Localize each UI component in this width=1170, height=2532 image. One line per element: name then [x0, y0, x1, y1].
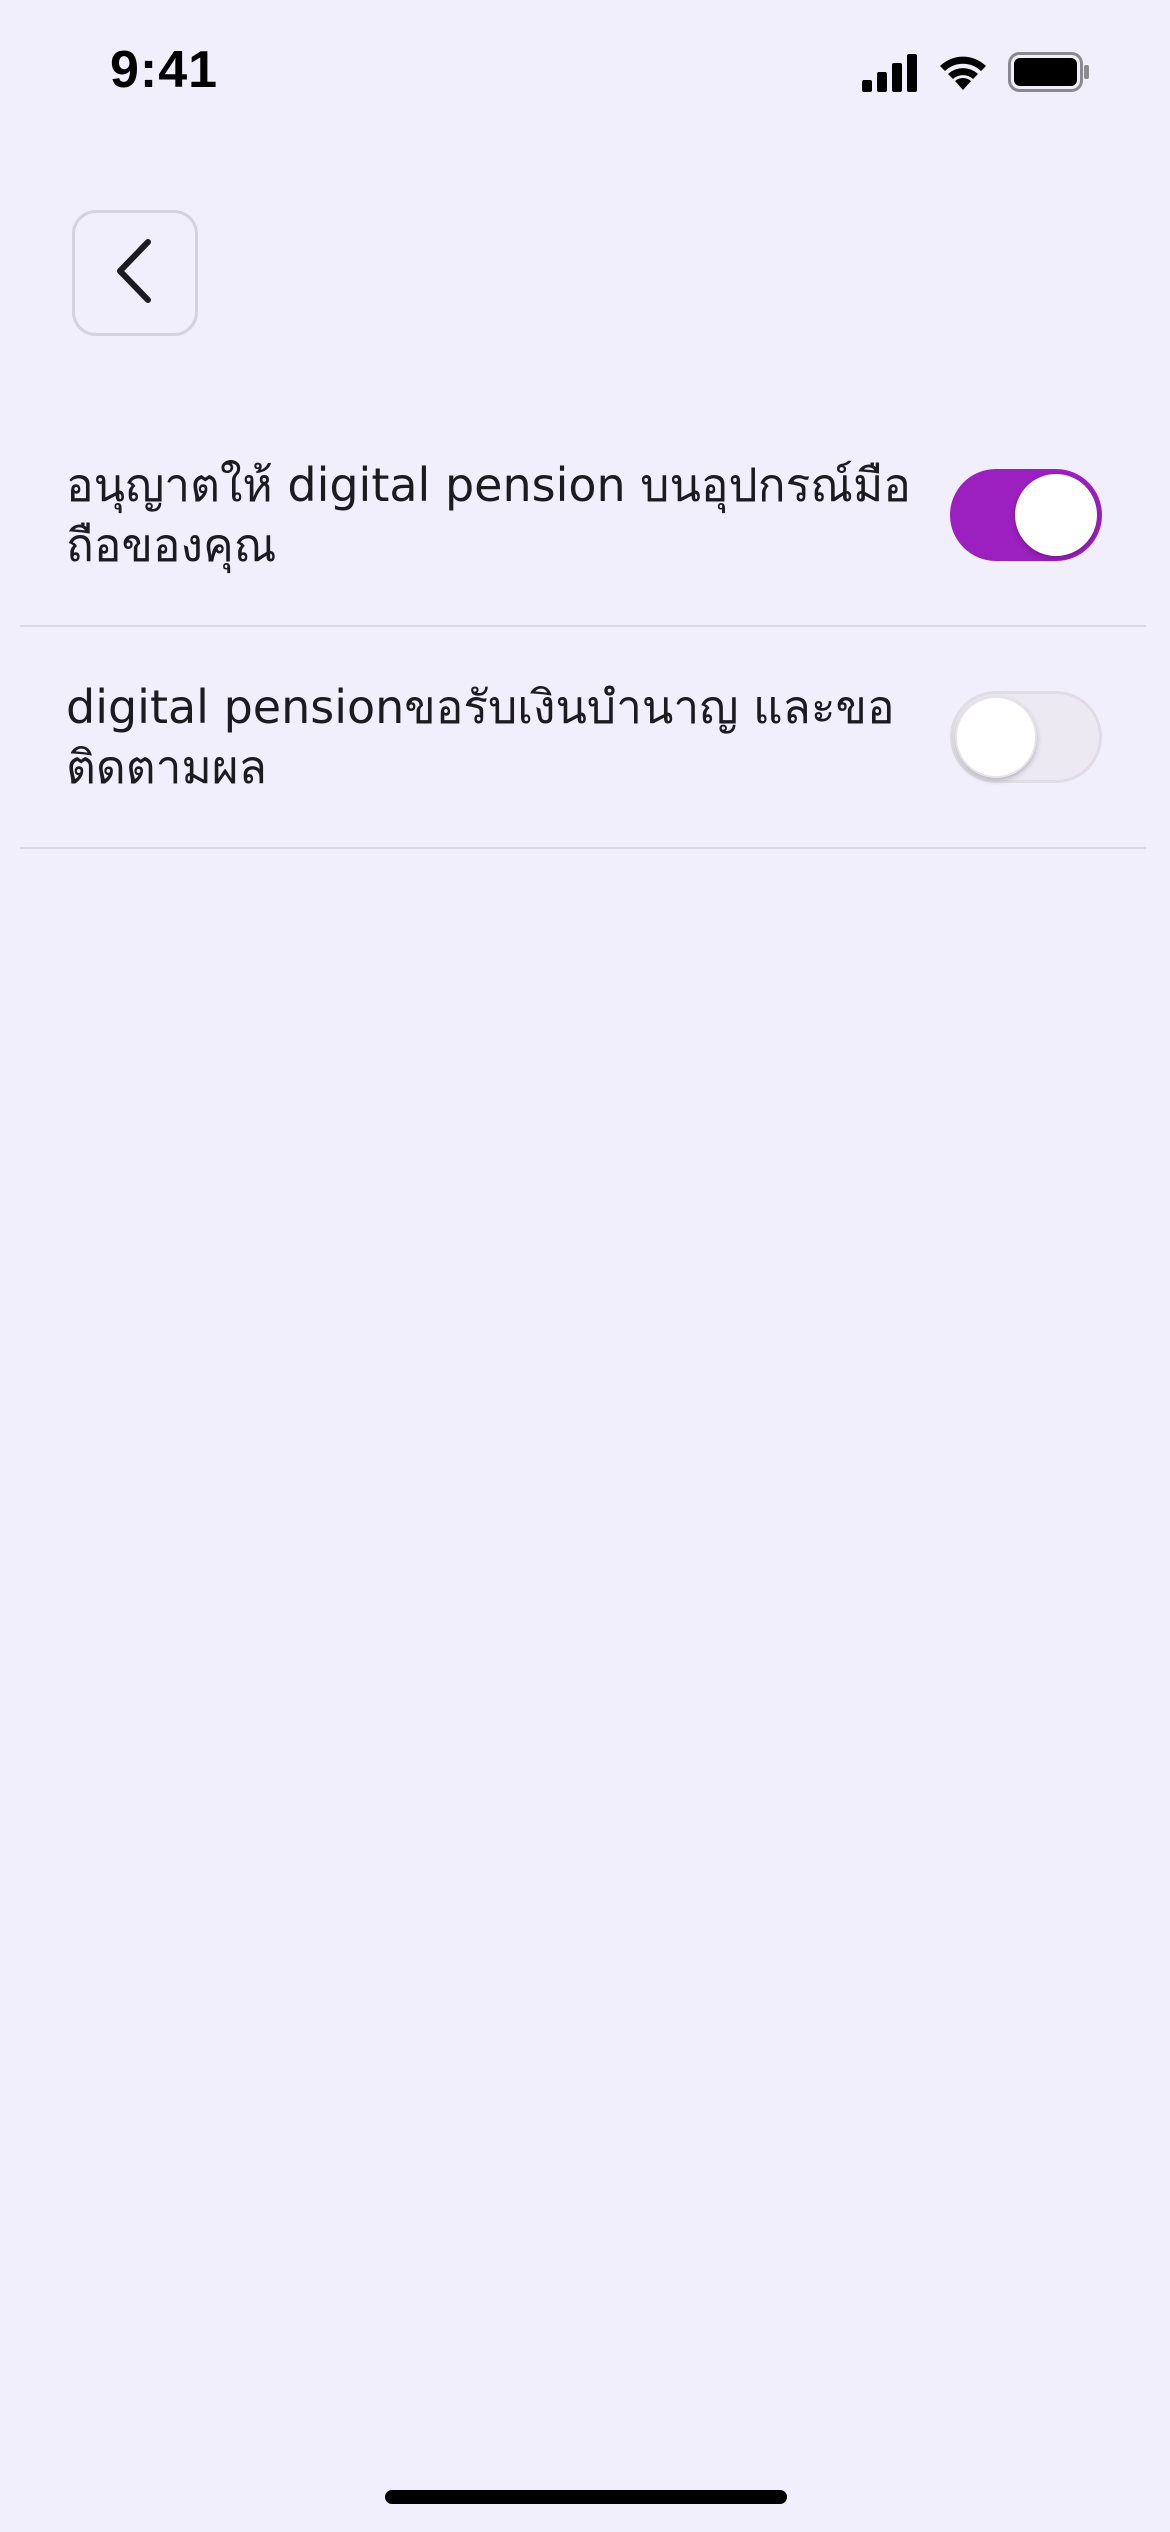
toggle-knob: [955, 696, 1037, 778]
toggle-knob: [1015, 474, 1097, 556]
back-button[interactable]: [72, 210, 198, 336]
settings-screen: 9:41 อนุญาตให้ digital pension บนอุปกรณ์…: [0, 0, 1170, 2532]
home-indicator[interactable]: [385, 2490, 787, 2504]
setting-label: อนุญาตให้ digital pension บนอุปกรณ์มือถื…: [66, 458, 911, 572]
battery-icon: [1008, 52, 1090, 92]
setting-row-pension-request-tracking: digital pensionขอรับเงินบำนาญ และขอติดตา…: [20, 627, 1146, 849]
status-icons: [862, 48, 1090, 96]
setting-label: digital pensionขอรับเงินบำนาญ และขอติดตา…: [66, 680, 895, 794]
allow-digital-pension-toggle[interactable]: [950, 469, 1102, 561]
wifi-icon: [936, 52, 990, 92]
status-bar: 9:41: [0, 0, 1170, 150]
pension-request-tracking-toggle[interactable]: [950, 691, 1102, 783]
settings-list: อนุญาตให้ digital pension บนอุปกรณ์มือถื…: [20, 405, 1146, 849]
chevron-left-icon: [110, 236, 160, 310]
cellular-signal-icon: [862, 52, 918, 92]
setting-row-allow-digital-pension: อนุญาตให้ digital pension บนอุปกรณ์มือถื…: [20, 405, 1146, 627]
status-time: 9:41: [110, 41, 219, 99]
